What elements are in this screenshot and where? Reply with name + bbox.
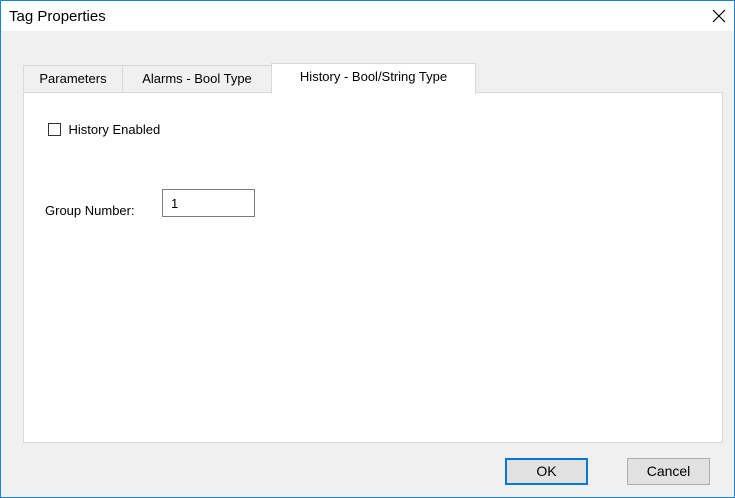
tab-parameters[interactable]: Parameters	[23, 65, 123, 91]
title-bar[interactable]: Tag Properties	[1, 1, 734, 31]
history-enabled-label[interactable]: History Enabled	[68, 122, 160, 137]
group-number-input[interactable]	[162, 189, 255, 217]
ok-button[interactable]: OK	[505, 458, 588, 485]
close-button[interactable]	[704, 1, 734, 31]
tab-alarms-bool-type[interactable]: Alarms - Bool Type	[122, 65, 272, 91]
window-title: Tag Properties	[9, 8, 106, 25]
tab-label: Parameters	[39, 71, 107, 86]
history-enabled-checkbox[interactable]	[48, 123, 61, 137]
history-enabled-row[interactable]: History Enabled	[48, 121, 160, 138]
tab-history-bool-string-type[interactable]: History - Bool/String Type	[271, 63, 476, 94]
group-number-label: Group Number:	[45, 203, 135, 218]
tab-label: Alarms - Bool Type	[142, 71, 252, 86]
cancel-button[interactable]: Cancel	[627, 458, 710, 485]
close-icon	[712, 9, 726, 23]
tag-properties-dialog: Tag Properties Parameters Alarms - Bool …	[0, 0, 735, 498]
tab-label: History - Bool/String Type	[299, 69, 448, 84]
history-tab-panel: History Enabled Group Number:	[23, 92, 723, 443]
